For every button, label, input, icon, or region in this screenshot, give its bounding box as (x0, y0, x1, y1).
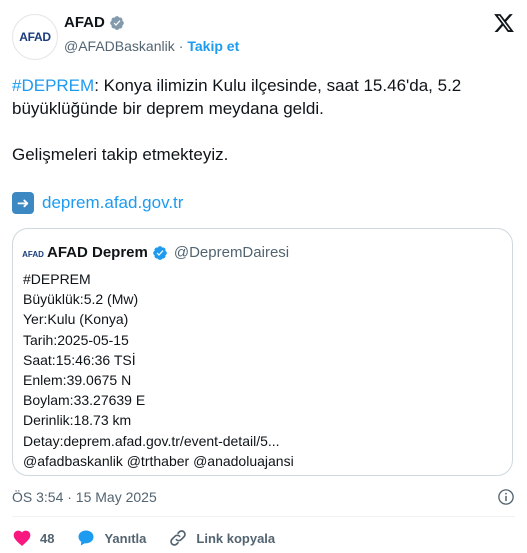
copy-link-label: Link kopyala (196, 530, 276, 546)
quote-author-row: AFAD Deprem @DepremDairesi (47, 244, 289, 261)
quote-line: Tarih:2025-05-15 (23, 331, 129, 348)
quote-author-name: AFAD Deprem (47, 244, 148, 261)
reply-label: Yanıtla (104, 530, 147, 546)
x-logo-icon[interactable] (493, 12, 515, 34)
quote-line: Detay:deprem.afad.gov.tr/event-detail/5.… (23, 432, 280, 449)
author-handle[interactable]: @AFADBaskanlik (64, 38, 175, 54)
action-bar: 48 Yanıtla Link kopyala (12, 528, 297, 548)
tweet-timestamp[interactable]: ÖS 3:54 · 15 May 2025 (12, 489, 157, 505)
quote-line: Enlem:39.0675 N (23, 372, 132, 389)
external-link[interactable]: deprem.afad.gov.tr (42, 193, 183, 213)
afad-logo-small: AFAD (22, 249, 44, 259)
link-icon (170, 530, 187, 546)
follow-button[interactable]: Takip et (187, 38, 239, 54)
verified-badge-icon (153, 245, 167, 260)
quote-line: Boylam:33.27639 E (23, 392, 146, 409)
quote-avatar: AFAD (22, 244, 44, 264)
verified-badge-icon (110, 15, 124, 30)
author-name-row: AFAD (64, 14, 125, 31)
quote-line: @afadbaskanlik @trthaber @anadoluajansi (23, 452, 294, 469)
tweet-text: #DEPREM: Konya ilimizin Kulu ilçesinde, … (12, 74, 512, 120)
info-icon[interactable] (497, 488, 515, 506)
hashtag-link[interactable]: #DEPREM (12, 76, 94, 95)
like-count: 48 (40, 530, 55, 546)
separator: · (178, 38, 184, 54)
tweet-card: AFAD AFAD @AFADBaskanlik · Takip et #DEP… (0, 0, 527, 553)
copy-link-button[interactable]: Link kopyala (168, 528, 275, 548)
reply-bubble-icon (78, 530, 94, 546)
author-handle-row: @AFADBaskanlik · Takip et (64, 38, 239, 54)
quoted-tweet[interactable]: AFAD AFAD Deprem @DepremDairesi #DEPREM … (12, 228, 513, 476)
quote-author-handle: @DepremDairesi (173, 244, 290, 261)
quote-line: Büyüklük:5.2 (Mw) (23, 291, 139, 308)
reply-button[interactable]: Yanıtla (76, 528, 146, 548)
quote-line: Derinlik:18.73 km (23, 412, 132, 429)
tweet-paragraph-2: Gelişmeleri takip etmekteyiz. (12, 145, 229, 164)
quote-line: Yer:Kulu (Konya) (23, 311, 129, 328)
quote-line: Saat:15:46:36 TSİ (23, 351, 136, 368)
quote-text: #DEPREM Büyüklük:5.2 (Mw) Yer:Kulu (Kony… (23, 269, 294, 471)
right-arrow-icon: ➜ (12, 192, 34, 214)
author-name[interactable]: AFAD (64, 14, 105, 31)
link-row: ➜ deprem.afad.gov.tr (12, 192, 183, 214)
like-button[interactable]: 48 (12, 528, 54, 548)
divider (12, 516, 515, 517)
quote-line: #DEPREM (23, 271, 91, 287)
heart-icon (13, 530, 31, 546)
avatar[interactable]: AFAD (12, 14, 58, 60)
afad-logo: AFAD (19, 30, 51, 44)
